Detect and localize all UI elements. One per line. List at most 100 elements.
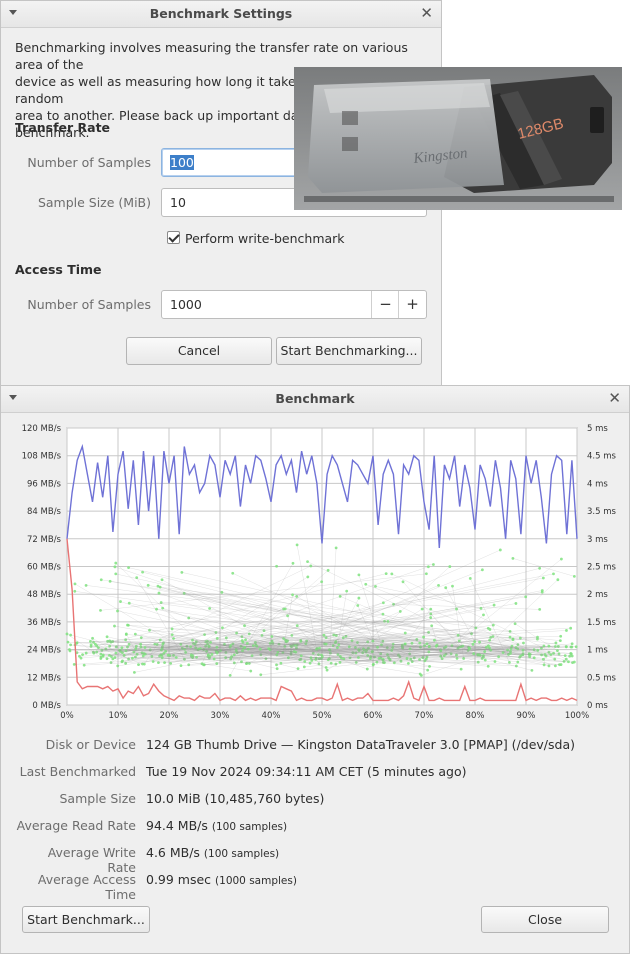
x-tick-label: 40% [262, 711, 281, 721]
y-left-tick-label: 108 MB/s [22, 452, 62, 462]
close-icon[interactable]: ✕ [608, 390, 621, 406]
access-time-point [314, 657, 318, 661]
access-time-point [295, 543, 299, 547]
access-time-point [547, 644, 551, 648]
access-time-point [468, 577, 472, 580]
access-time-point [231, 571, 235, 575]
avg-read-label: Average Read Rate [16, 818, 136, 833]
access-time-point [567, 660, 570, 664]
access-time-point [131, 656, 134, 660]
access-samples-label: Number of Samples [27, 297, 151, 312]
access-time-point [119, 600, 122, 603]
avg-write-value: 4.6 MB/s (100 samples) [146, 845, 279, 860]
access-time-point [553, 664, 557, 668]
access-time-point [448, 565, 452, 568]
access-time-point [422, 635, 425, 639]
access-time-point [275, 564, 279, 568]
access-time-point [101, 653, 105, 657]
access-time-point [444, 586, 448, 590]
access-time-point [69, 633, 72, 637]
increment-button[interactable]: + [398, 291, 426, 318]
access-time-point [122, 653, 126, 657]
x-tick-label: 70% [415, 711, 434, 721]
access-time-point [365, 667, 369, 671]
access-time-point [114, 572, 118, 576]
avg-access-value: 0.99 msec (1000 samples) [146, 872, 297, 887]
access-time-point [93, 642, 97, 646]
y-right-tick-label: 4 ms [587, 479, 608, 489]
y-left-tick-label: 12 MB/s [27, 673, 62, 683]
access-time-point [540, 589, 544, 592]
y-right-tick-label: 2.5 ms [587, 563, 616, 573]
access-time-point [483, 650, 487, 653]
access-time-point [483, 658, 487, 662]
access-time-point [390, 572, 394, 576]
access-time-point [419, 673, 423, 677]
disk-text: 124 GB Thumb Drive — Kingston DataTravel… [146, 737, 575, 752]
access-samples-spinbutton[interactable]: 1000 − + [161, 290, 427, 319]
close-button[interactable]: Close [481, 906, 609, 933]
usb-flash-drive-photo-icon: 128GB Kingston [294, 67, 622, 210]
access-time-point [572, 574, 576, 578]
access-time-point [105, 635, 109, 639]
close-icon[interactable]: ✕ [420, 5, 433, 21]
x-tick-label: 90% [517, 711, 536, 721]
x-tick-label: 10% [109, 711, 128, 721]
access-time-point [426, 565, 430, 569]
y-left-tick-label: 60 MB/s [27, 563, 62, 573]
y-left-tick-label: 120 MB/s [22, 424, 62, 434]
access-time-point [357, 573, 361, 577]
access-time-point [487, 644, 490, 648]
access-time-point [486, 664, 490, 668]
last-benchmarked-text: Tue 19 Nov 2024 09:34:11 AM CET (5 minut… [146, 764, 467, 779]
access-time-point [66, 640, 70, 644]
y-right-tick-label: 3 ms [587, 535, 608, 545]
access-time-point [291, 593, 294, 597]
access-time-point [120, 646, 124, 650]
y-right-tick-label: 0 ms [587, 701, 608, 711]
avg-access-text: 0.99 msec [146, 872, 212, 887]
x-tick-label: 0% [60, 711, 74, 721]
access-time-heading: Access Time [15, 262, 102, 277]
y-right-tick-label: 5 ms [587, 424, 608, 434]
sample-size-info-label: Sample Size [59, 791, 136, 806]
decrement-button[interactable]: − [371, 291, 399, 318]
access-time-point [157, 591, 161, 595]
sample-size-info-value: 10.0 MiB (10,485,760 bytes) [146, 791, 324, 806]
cancel-button[interactable]: Cancel [126, 337, 272, 365]
access-time-point [127, 642, 131, 646]
access-time-point [161, 606, 165, 610]
start-benchmarking-button[interactable]: Start Benchmarking... [276, 337, 422, 365]
x-tick-label: 80% [466, 711, 485, 721]
access-time-point [563, 654, 567, 658]
access-time-point [556, 578, 560, 582]
write-benchmark-checkbox[interactable] [167, 231, 180, 244]
access-time-point [302, 665, 306, 669]
access-time-point [91, 636, 94, 640]
start-benchmark-button[interactable]: Start Benchmark... [22, 906, 150, 933]
access-time-point [524, 595, 528, 599]
avg-write-text: 4.6 MB/s [146, 845, 200, 860]
access-time-point [471, 642, 475, 646]
write-benchmark-label[interactable]: Perform write-benchmark [185, 231, 345, 246]
y-left-tick-label: 48 MB/s [27, 590, 62, 600]
access-time-point [139, 642, 143, 646]
access-time-point [79, 656, 83, 660]
last-benchmarked-label: Last Benchmarked [19, 764, 136, 779]
access-time-point [472, 652, 476, 656]
access-time-point [426, 668, 430, 672]
access-time-point [488, 628, 492, 631]
x-tick-label: 20% [160, 711, 179, 721]
access-time-point [73, 582, 77, 586]
access-time-point [324, 666, 328, 669]
access-time-point [560, 557, 563, 561]
access-time-point [511, 637, 515, 641]
access-time-point [322, 633, 326, 637]
access-time-point [108, 579, 112, 583]
access-time-point [514, 602, 518, 605]
access-time-point [542, 663, 546, 667]
settings-titlebar[interactable]: Benchmark Settings ✕ [1, 1, 441, 28]
sample-size-label: Sample Size (MiB) [37, 195, 151, 210]
y-left-tick-label: 24 MB/s [27, 646, 62, 656]
benchmark-titlebar[interactable]: Benchmark ✕ [1, 386, 629, 413]
